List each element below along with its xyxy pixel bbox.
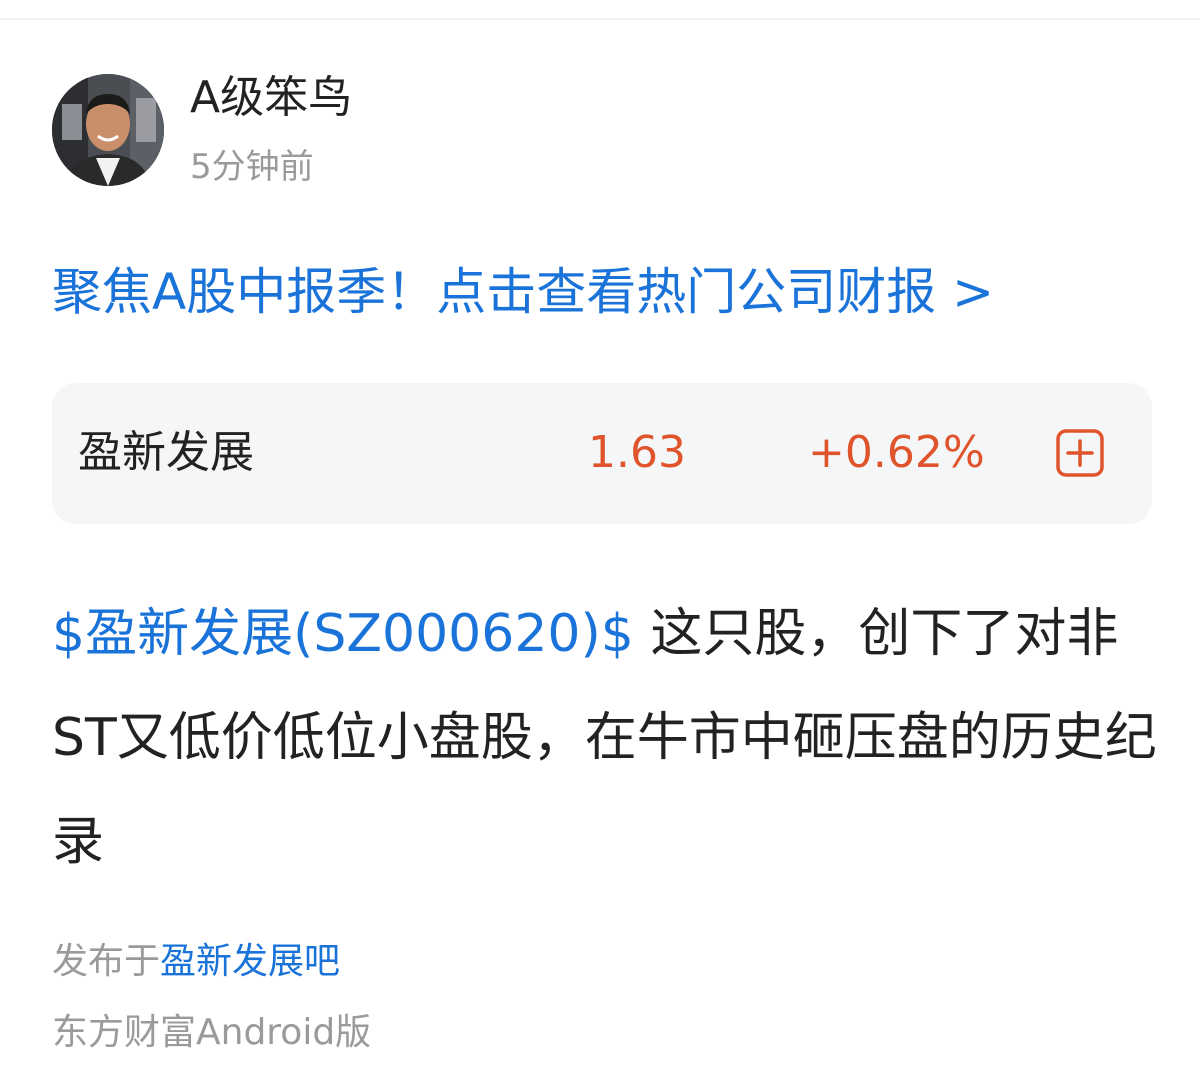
add-to-watchlist-button[interactable] — [1056, 429, 1104, 477]
avatar[interactable] — [52, 74, 164, 186]
stock-tag-link[interactable]: $盈新发展(SZ000620)$ — [52, 604, 634, 664]
stock-name: 盈新发展 — [78, 427, 254, 478]
stock-quote-card[interactable]: 盈新发展 1.63 +0.62% — [52, 383, 1152, 524]
stock-change-percent: +0.62% — [808, 427, 985, 478]
post-source: 东方财富Android版 — [52, 1012, 372, 1053]
top-divider — [0, 18, 1200, 20]
post-time: 5分钟前 — [190, 147, 314, 187]
forum-link[interactable]: 盈新发展吧 — [160, 941, 340, 982]
promo-banner-link[interactable]: 聚焦A股中报季！点击查看热门公司财报 > — [52, 258, 994, 326]
published-prefix: 发布于 — [52, 941, 161, 982]
post-page: A级笨鸟 5分钟前 聚焦A股中报季！点击查看热门公司财报 > 盈新发展 1.63… — [0, 0, 1200, 1085]
avatar-photo — [52, 74, 164, 186]
plus-square-icon — [1056, 429, 1104, 477]
stock-price: 1.63 — [588, 427, 686, 478]
published-in: 发布于盈新发展吧 — [52, 936, 340, 988]
author-username[interactable]: A级笨鸟 — [190, 70, 352, 126]
post-content: $盈新发展(SZ000620)$ 这只股，创下了对非ST又低价低位小盘股，在牛市… — [52, 582, 1162, 894]
